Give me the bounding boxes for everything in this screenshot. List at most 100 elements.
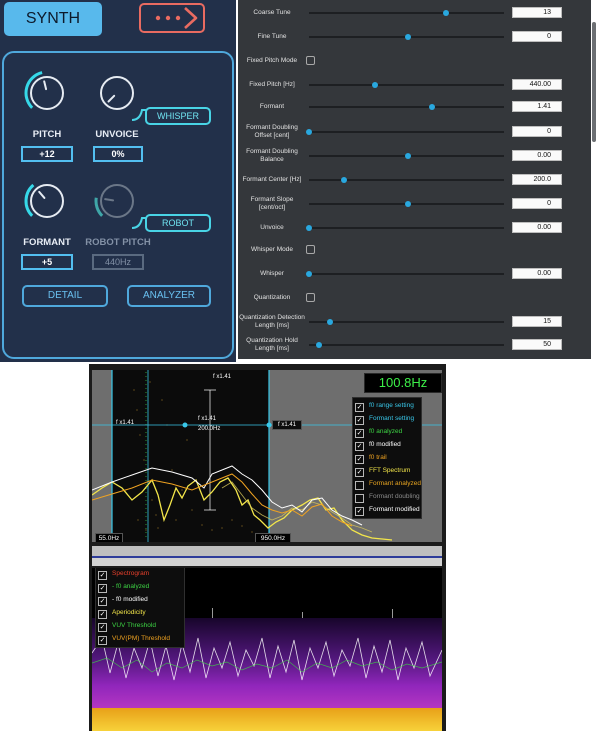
param-slider-thumb[interactable]	[405, 153, 412, 159]
legend-item[interactable]: ✓ - f0 modified	[96, 595, 184, 607]
legend-item[interactable]: ✓ f0 analyzed	[353, 427, 421, 439]
param-slider-thumb[interactable]	[306, 271, 312, 277]
legend-item[interactable]: ✓ FFT Spectrum	[353, 466, 421, 478]
param-slider[interactable]	[309, 319, 504, 325]
param-slider-thumb[interactable]	[306, 129, 312, 135]
param-value-field[interactable]: 0	[512, 198, 562, 209]
pitch-knob[interactable]	[24, 70, 70, 116]
param-label: Fine Tune	[257, 33, 287, 40]
formant-knob[interactable]	[24, 178, 70, 224]
param-slider-thumb[interactable]	[405, 201, 412, 207]
param-slider[interactable]	[306, 271, 504, 277]
param-row: Formant 1.41	[238, 99, 593, 115]
checkbox-checked-icon[interactable]: ✓	[98, 571, 107, 580]
legend-item[interactable]: ✓ f0 trail	[353, 453, 421, 465]
checkbox-checked-icon[interactable]: ✓	[355, 442, 364, 451]
waveform-view[interactable]: ✓Waveform✓Spectrogram✓- f0 analyzed✓- f0…	[92, 568, 442, 731]
checkbox-checked-icon[interactable]: ✓	[98, 597, 107, 606]
param-slider-thumb[interactable]	[405, 34, 412, 40]
legend-item[interactable]: ✓ f0 range setting	[353, 401, 421, 413]
legend-item[interactable]: ✓ Aperiodicity	[96, 608, 184, 620]
param-value-field[interactable]: 13	[512, 7, 562, 18]
param-checkbox[interactable]	[306, 245, 315, 254]
param-row: Whisper Mode	[238, 242, 593, 258]
legend-item[interactable]: ✓ VUV Threshold	[96, 621, 184, 633]
unvoice-label: UNVOICE	[95, 129, 139, 140]
param-slider[interactable]	[309, 10, 504, 16]
legend-label: Formant analyzed	[369, 480, 422, 487]
param-slider-thumb[interactable]	[341, 177, 348, 183]
more-button[interactable]	[139, 3, 205, 33]
legend-item[interactable]: Formant doubling	[353, 492, 421, 504]
param-value-field[interactable]: 0	[512, 126, 562, 137]
param-slider-thumb[interactable]	[327, 319, 334, 325]
checkbox-checked-icon[interactable]: ✓	[355, 403, 364, 412]
checkbox-checked-icon[interactable]: ✓	[98, 636, 107, 645]
pitch-value[interactable]: +12	[21, 146, 73, 162]
checkbox-checked-icon[interactable]: ✓	[98, 584, 107, 593]
param-value-field[interactable]: 0.00	[512, 150, 562, 161]
param-value-field[interactable]: 0.00	[512, 222, 562, 233]
legend-item[interactable]: ✓ Spectrogram	[96, 569, 184, 581]
param-value-field[interactable]: 15	[512, 316, 562, 327]
param-slider[interactable]	[309, 82, 504, 88]
param-label: Quantization	[253, 294, 291, 301]
param-slider[interactable]	[309, 201, 504, 207]
checkbox-checked-icon[interactable]: ✓	[355, 416, 364, 425]
legend-item[interactable]: Formant analyzed	[353, 479, 421, 491]
f-center-label: f x1.41	[198, 416, 217, 422]
checkbox-checked-icon[interactable]: ✓	[355, 507, 364, 516]
param-slider[interactable]	[309, 153, 504, 159]
param-slider-thumb[interactable]	[306, 225, 312, 231]
param-value-field[interactable]: 1.41	[512, 101, 562, 112]
param-slider[interactable]	[309, 104, 504, 110]
param-label: Formant Center [Hz]	[242, 176, 302, 183]
synth-tab[interactable]: SYNTH	[4, 2, 102, 36]
param-label: Formant Slope [cent/oct]	[250, 196, 294, 211]
legend-item[interactable]: ✓ VUV(PM) Threshold	[96, 634, 184, 646]
param-slider[interactable]	[306, 129, 504, 135]
param-value-field[interactable]: 440.00	[512, 79, 562, 90]
formant-value[interactable]: +5	[21, 254, 73, 270]
detail-button[interactable]: DETAIL	[22, 285, 108, 307]
param-value-field[interactable]: 0	[512, 31, 562, 42]
checkbox-empty-icon[interactable]	[355, 494, 364, 503]
param-value-field[interactable]: 200.0	[512, 174, 562, 185]
checkbox-checked-icon[interactable]: ✓	[98, 610, 107, 619]
param-slider[interactable]	[309, 177, 504, 183]
param-slider[interactable]	[309, 342, 504, 348]
param-slider[interactable]	[309, 34, 504, 40]
timeline-ruler[interactable]	[92, 546, 442, 558]
legend-label: FFT Spectrum	[369, 467, 411, 474]
param-label: Fixed Pitch [Hz]	[249, 81, 295, 88]
legend-item[interactable]: ✓ Formant modified	[353, 505, 421, 517]
param-slider-thumb[interactable]	[315, 342, 322, 348]
legend-item[interactable]: ✓ f0 modified	[353, 440, 421, 452]
param-slider-thumb[interactable]	[442, 10, 449, 16]
param-label: Whisper Mode	[251, 246, 293, 253]
legend-item[interactable]: ✓ Formant setting	[353, 414, 421, 426]
whisper-toggle[interactable]: WHISPER	[145, 107, 211, 125]
parameters-scroll-thumb[interactable]	[592, 22, 596, 142]
param-slider[interactable]	[306, 225, 504, 231]
checkbox-checked-icon[interactable]: ✓	[355, 429, 364, 438]
legend-item[interactable]: ✓ - f0 analyzed	[96, 582, 184, 594]
param-label: Quantization Detection Length [ms]	[239, 314, 305, 329]
robot-pitch-value[interactable]: 440Hz	[92, 254, 144, 270]
checkbox-checked-icon[interactable]: ✓	[98, 623, 107, 632]
unvoice-value[interactable]: 0%	[93, 146, 143, 162]
param-value-field[interactable]: 0.00	[512, 268, 562, 279]
param-slider-thumb[interactable]	[372, 82, 379, 88]
param-value-field[interactable]: 50	[512, 339, 562, 350]
spectrum-view[interactable]: f x1.41 f x1.41 f x1.41 200.0Hz f x1.41 …	[92, 370, 442, 542]
robot-toggle[interactable]: ROBOT	[145, 214, 211, 232]
f-left-label: f x1.41	[116, 420, 135, 426]
param-row: Formant Doubling Offset [cent] 0	[238, 124, 593, 140]
param-checkbox[interactable]	[306, 293, 315, 302]
checkbox-checked-icon[interactable]: ✓	[355, 455, 364, 464]
param-slider-thumb[interactable]	[428, 104, 435, 110]
checkbox-checked-icon[interactable]: ✓	[355, 468, 364, 477]
param-checkbox[interactable]	[306, 56, 315, 65]
checkbox-empty-icon[interactable]	[355, 481, 364, 490]
analyzer-button[interactable]: ANALYZER	[127, 285, 211, 307]
